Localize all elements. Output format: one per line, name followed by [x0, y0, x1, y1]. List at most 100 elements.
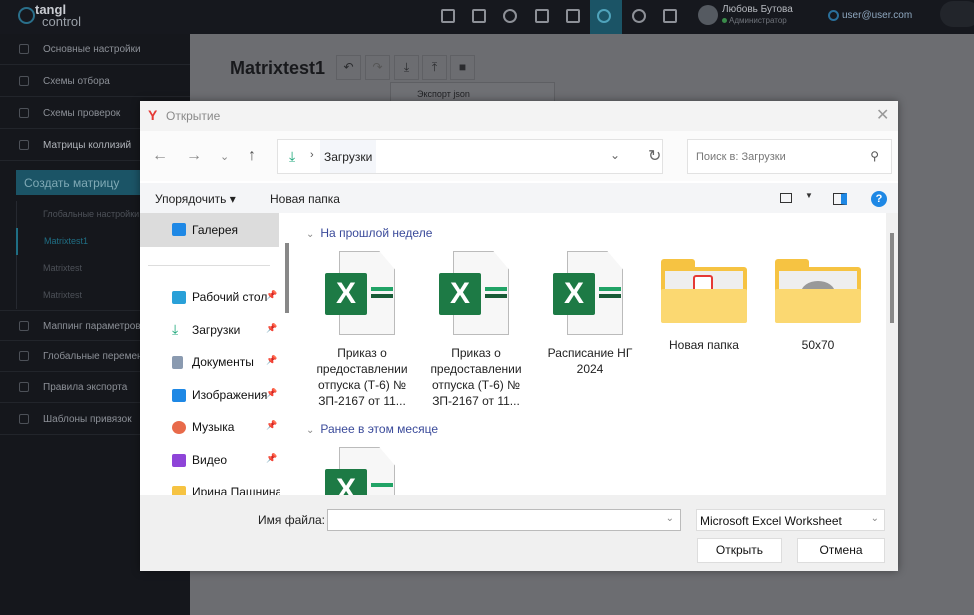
layers-icon[interactable]	[503, 9, 517, 23]
table-icon[interactable]	[441, 9, 455, 23]
file-item[interactable]: X Приказ о предоставлении отпуска (Т-6) №…	[310, 251, 414, 409]
folder-icon	[172, 486, 186, 495]
printer-icon[interactable]	[472, 9, 486, 23]
nav-item-pictures[interactable]: Изображения 📌	[172, 388, 280, 402]
terminal-icon[interactable]	[663, 9, 677, 23]
music-icon	[172, 421, 186, 434]
path-segment[interactable]: Загрузки	[320, 140, 377, 173]
open-button[interactable]: Открыть	[697, 538, 782, 563]
back-button[interactable]: ←	[152, 147, 168, 165]
branch-icon	[19, 414, 29, 424]
tree-icon	[19, 76, 29, 86]
logo[interactable]: tangl control	[18, 3, 81, 28]
export-icon	[19, 382, 29, 392]
caret-down-icon[interactable]: ▼	[805, 191, 813, 200]
file-list: ⌄ На прошлой неделе X Приказ о предоставле…	[296, 213, 886, 495]
documents-icon	[172, 356, 183, 369]
clock-menu-button[interactable]	[590, 0, 622, 34]
search-input[interactable]: Поиск в: Загрузки ⚲	[687, 139, 892, 174]
recent-dropdown[interactable]: ⌄	[220, 150, 229, 163]
nav-item-music[interactable]: Музыка 📌	[172, 420, 280, 434]
page-title: Matrixtest1	[230, 58, 326, 78]
nav-item-documents[interactable]: Документы 📌	[172, 355, 280, 369]
clock-icon	[19, 44, 29, 54]
group-header[interactable]: ⌄ Ранее в этом месяце	[306, 422, 438, 436]
cancel-button[interactable]: Отмена	[797, 538, 885, 563]
new-folder-button[interactable]: Новая папка	[270, 192, 340, 206]
chevron-down-icon[interactable]: ⌄	[610, 148, 620, 162]
organize-button[interactable]: Упорядочить ▾	[155, 192, 236, 206]
pin-icon: 📌	[266, 388, 278, 398]
braces-icon	[19, 351, 29, 361]
delete-button[interactable]: ■	[450, 55, 475, 80]
toggle-button[interactable]	[940, 1, 974, 27]
account-email[interactable]: user@user.com	[842, 10, 912, 21]
settings-icon[interactable]	[632, 9, 646, 23]
filename-input[interactable]: ⌄	[327, 509, 681, 531]
video-icon	[172, 454, 186, 467]
forward-button[interactable]: →	[186, 147, 202, 165]
export-json-item[interactable]: Экспорт json	[390, 82, 555, 102]
avatar[interactable]	[698, 5, 718, 25]
pin-icon: 📌	[266, 323, 278, 333]
download-button[interactable]: ⤓	[394, 55, 419, 80]
gallery-icon	[172, 223, 186, 236]
sidebar-item-main-settings[interactable]: Основные настройки	[0, 34, 190, 65]
globe-icon	[828, 10, 839, 21]
address-bar[interactable]: ⤓ › Загрузки ⌄	[277, 139, 663, 174]
nav-item-gallery[interactable]: Галерея	[140, 213, 279, 247]
nav-item-user-folder[interactable]: Ирина Пашнина	[172, 485, 280, 495]
desktop-icon	[172, 291, 186, 304]
mapping-icon	[19, 321, 29, 331]
dialog-title: Открытие	[140, 101, 898, 131]
redo-button[interactable]: ↷	[365, 55, 390, 80]
search-icon: ⚲	[870, 149, 879, 163]
clock-icon	[597, 9, 611, 23]
check-icon	[19, 108, 29, 118]
filetype-select[interactable]: Microsoft Excel Worksheet ⌄	[696, 509, 885, 531]
divider	[148, 265, 270, 266]
pin-icon: 📌	[266, 453, 278, 463]
folder-icon	[661, 259, 747, 323]
group-header[interactable]: ⌄ На прошлой неделе	[306, 226, 432, 240]
navigation-pane: Галерея Рабочий стол 📌 ⤓ Загрузки 📌 Докумен…	[140, 213, 290, 495]
upload-button[interactable]: ⤒	[422, 55, 447, 80]
view-icon[interactable]	[780, 193, 792, 203]
folder-item[interactable]: Новая папка	[652, 251, 756, 353]
nav-item-desktop[interactable]: Рабочий стол 📌	[172, 290, 280, 304]
download-icon: ⤓	[289, 148, 296, 164]
folder-item[interactable]: 50x70	[766, 251, 870, 353]
command-bar: Упорядочить ▾ Новая папка ▼ ?	[140, 183, 898, 213]
file-item[interactable]: X	[310, 447, 414, 495]
pin-icon: 📌	[266, 355, 278, 365]
file-item[interactable]: X Приказ о предоставлении отпуска (Т-6) №…	[424, 251, 528, 409]
pictures-icon	[172, 389, 186, 402]
help-icon[interactable]: ?	[871, 191, 887, 207]
database-icon[interactable]	[535, 9, 549, 23]
user-name[interactable]: Любовь Бутова	[722, 4, 793, 15]
dialog-footer: Имя файла: ⌄ Microsoft Excel Worksheet ⌄ …	[140, 495, 898, 571]
nav-item-downloads[interactable]: ⤓ Загрузки 📌	[172, 323, 280, 337]
folder-icon	[775, 259, 861, 323]
undo-button[interactable]: ↶	[336, 55, 361, 80]
file-item[interactable]: X Расписание НГ 2024	[538, 251, 642, 377]
nav-item-videos[interactable]: Видео 📌	[172, 453, 280, 467]
open-file-dialog: Открытие Y ✕ ← → ⌄ ↑ ⤓ › Загрузки ⌄ ↻ Поиск…	[140, 101, 898, 571]
excel-icon: X	[553, 251, 627, 337]
close-button[interactable]: ✕	[876, 105, 889, 125]
scrollbar[interactable]	[886, 213, 898, 495]
chevron-down-icon[interactable]: ⌄	[666, 513, 674, 524]
up-button[interactable]: ↑	[248, 147, 256, 165]
yandex-icon: Y	[148, 107, 158, 123]
user-role: Администратор	[729, 16, 787, 25]
scrollbar[interactable]	[285, 243, 289, 313]
pin-icon: 📌	[266, 420, 278, 430]
download-icon: ⤓	[172, 323, 179, 337]
preview-pane-icon[interactable]	[833, 193, 847, 205]
excel-icon: X	[325, 447, 399, 495]
filename-label: Имя файла:	[258, 513, 325, 527]
refresh-button[interactable]: ↻	[648, 146, 661, 166]
pin-icon: 📌	[266, 290, 278, 300]
layout-icon[interactable]	[566, 9, 580, 23]
sidebar-item-selection-schemes[interactable]: Схемы отбора	[0, 66, 190, 97]
